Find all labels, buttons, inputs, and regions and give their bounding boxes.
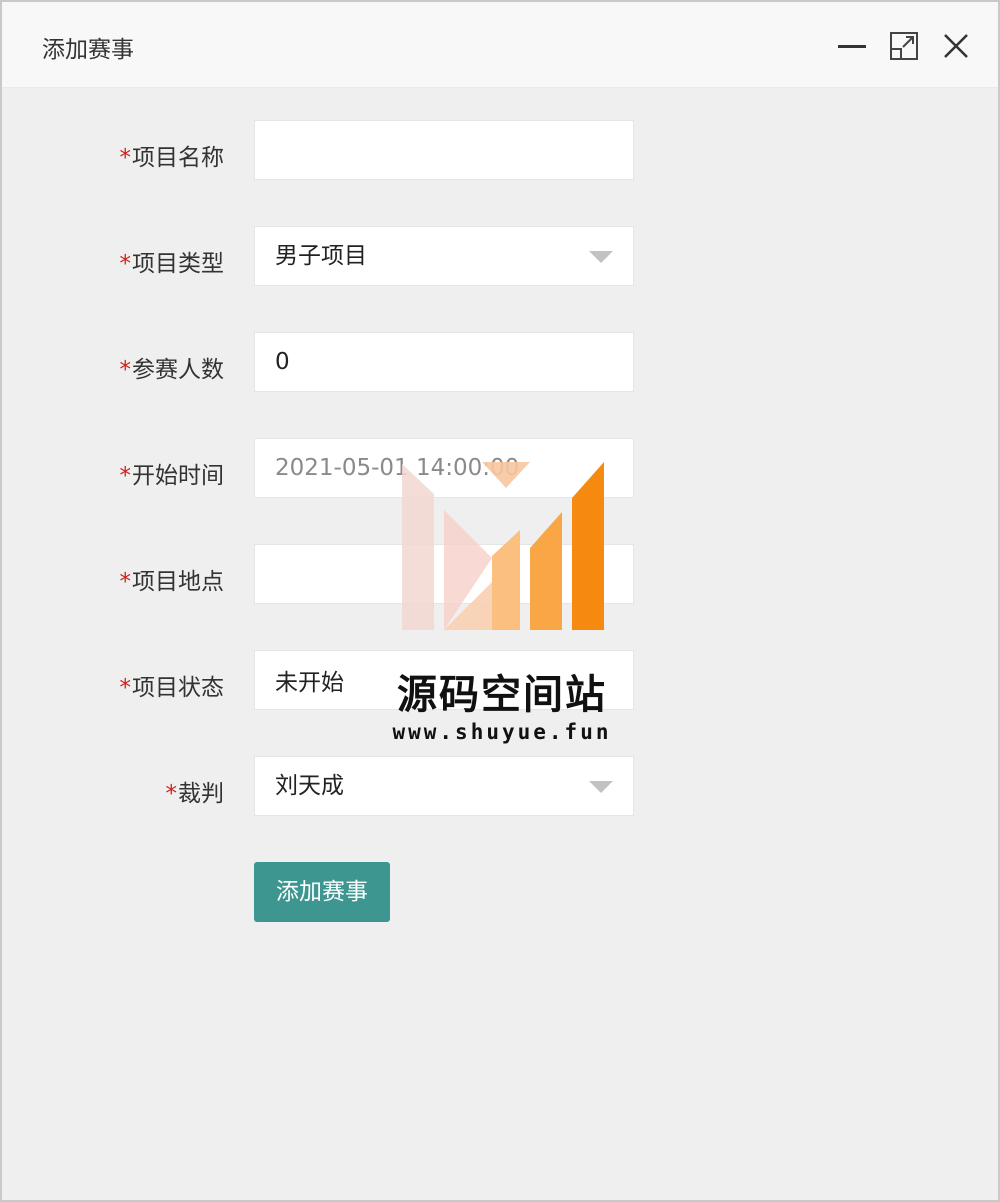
form-row-project-name: *项目名称 [2, 120, 702, 180]
start-time-input[interactable] [254, 438, 634, 498]
participant-count-label-text: 参赛人数 [132, 357, 224, 383]
status-label-text: 项目状态 [132, 675, 224, 701]
form-row-referee: *裁判 刘天成 [2, 756, 702, 816]
project-name-label-text: 项目名称 [132, 145, 224, 171]
start-time-label: *开始时间 [120, 456, 225, 490]
form-row-participant-count: *参赛人数 [2, 332, 702, 392]
dialog-titlebar: 添加赛事 [2, 2, 998, 88]
watermark-url: www.shuyue.fun [392, 720, 612, 744]
required-mark: * [119, 145, 132, 171]
form-row-project-type: *项目类型 男子项目 [2, 226, 702, 286]
project-type-value: 男子项目 [275, 243, 367, 269]
location-input[interactable] [254, 544, 634, 604]
referee-select[interactable]: 刘天成 [254, 756, 634, 816]
close-icon[interactable] [940, 30, 972, 62]
required-mark: * [119, 675, 132, 701]
form-row-location: *项目地点 [2, 544, 702, 604]
project-type-label-text: 项目类型 [132, 251, 224, 277]
project-name-label: *项目名称 [120, 138, 225, 172]
dialog-title: 添加赛事 [42, 37, 134, 63]
add-event-button[interactable]: 添加赛事 [254, 862, 390, 922]
required-mark: * [119, 357, 132, 383]
form-row-status: *项目状态 [2, 650, 702, 710]
start-time-label-text: 开始时间 [132, 463, 224, 489]
project-type-label: *项目类型 [120, 244, 225, 278]
add-event-dialog: 添加赛事 *项目名称 *项目类型 男子项目 *参赛人数 0 *开始时间 2021… [0, 0, 1000, 1202]
referee-label-text: 裁判 [178, 781, 224, 807]
form-row-start-time: *开始时间 [2, 438, 702, 498]
status-label: *项目状态 [120, 668, 225, 702]
chevron-down-icon [589, 781, 613, 793]
referee-value: 刘天成 [275, 773, 344, 799]
required-mark: * [119, 463, 132, 489]
location-label: *项目地点 [120, 562, 225, 596]
required-mark: * [165, 781, 178, 807]
chevron-down-icon [589, 251, 613, 263]
required-mark: * [119, 569, 132, 595]
maximize-icon[interactable] [888, 30, 920, 62]
project-name-input[interactable] [254, 120, 634, 180]
required-mark: * [119, 251, 132, 277]
project-type-select[interactable]: 男子项目 [254, 226, 634, 286]
referee-label: *裁判 [166, 774, 225, 808]
location-label-text: 项目地点 [132, 569, 224, 595]
participant-count-input[interactable] [254, 332, 634, 392]
participant-count-label: *参赛人数 [120, 350, 225, 384]
minimize-icon[interactable] [836, 30, 868, 62]
status-input[interactable] [254, 650, 634, 710]
